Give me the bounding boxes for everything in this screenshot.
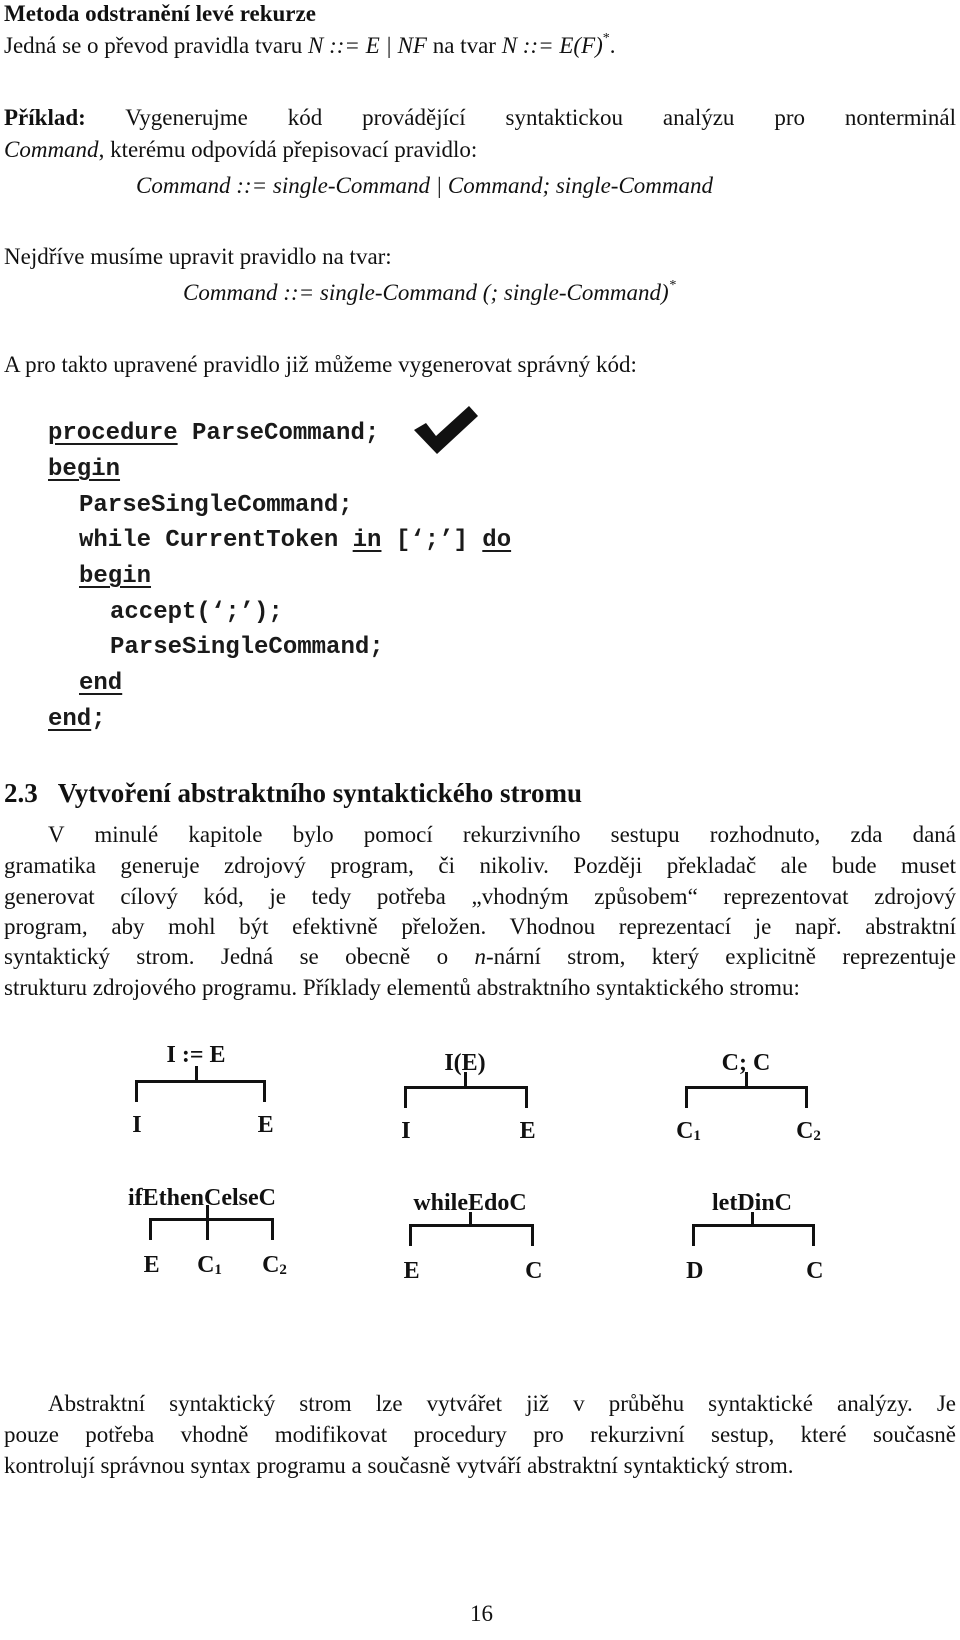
rule-to: N ::= E(F) <box>501 33 603 58</box>
ast-child-label: C1 <box>676 1118 701 1144</box>
code-text: ParseSingleCommand; <box>79 492 353 519</box>
nonterminal-name: Command <box>4 137 99 162</box>
text-italic: n <box>474 944 486 969</box>
code-text: ; <box>91 706 106 733</box>
tree-bar <box>403 1086 528 1089</box>
paragraph-line: strukturu zdrojového programu. Příklady … <box>4 975 800 1000</box>
tree-branch <box>270 1218 274 1240</box>
tree-branch <box>804 1086 808 1108</box>
kleene-star: * <box>668 278 676 293</box>
keyword: end <box>79 670 123 697</box>
tree-bar <box>408 1224 534 1227</box>
keyword: do <box>482 527 512 554</box>
grammar-rule: Command ::= single-Command | Command; si… <box>136 173 714 198</box>
tree-branch <box>148 1218 152 1240</box>
ast-root-label: ifEthenCelseC <box>128 1185 276 1211</box>
tree-bar <box>684 1086 808 1089</box>
tree-branch <box>684 1086 688 1108</box>
intro-prefix: Jedná se o převod pravidla tvaru <box>4 33 309 58</box>
code-line: ParseSingleCommand; <box>79 492 353 520</box>
code-line: ParseSingleCommand; <box>110 634 384 662</box>
example-label: Příklad: <box>4 105 86 130</box>
text: syntaktický strom. Jedná se obecně o <box>4 944 475 969</box>
rule-from: N ::= E | NF <box>308 33 427 58</box>
check-icon <box>414 406 478 454</box>
ast-child-label: I <box>132 1112 142 1138</box>
tree-branch <box>811 1224 815 1246</box>
code-line: end; <box>48 706 106 734</box>
paragraph-line: Abstraktní syntaktický strom lze vytváře… <box>48 1391 956 1416</box>
code-text: accept(‘;’); <box>110 599 283 626</box>
code-line: begin <box>48 456 120 484</box>
ast-child-label: C2 <box>796 1118 821 1144</box>
tree-bar <box>148 1218 274 1221</box>
intro-text: Jedná se o převod pravidla tvaru N ::= E… <box>4 32 616 60</box>
ast-child-label: E <box>403 1258 420 1284</box>
page-number: 16 <box>470 1601 493 1626</box>
ast-child-label: I <box>401 1118 411 1144</box>
code-intro: A pro takto upravené pravidlo již můžeme… <box>4 352 637 377</box>
tree-branch <box>205 1218 209 1240</box>
tree-branch <box>691 1224 695 1246</box>
keyword: in <box>352 527 382 554</box>
example-text: Vygenerujme kód provádějící syntaktickou… <box>85 105 956 130</box>
kleene-star: * <box>602 31 610 46</box>
ast-child-label: C2 <box>262 1252 287 1278</box>
tree-branch <box>524 1086 528 1108</box>
text: -nární strom, který explicitně reprezent… <box>485 944 956 969</box>
keyword: procedure <box>48 420 178 447</box>
ast-child-label: C <box>806 1258 824 1284</box>
code-text: [‘;’] <box>381 527 483 554</box>
heading-title: Vytvoření abstraktního syntaktického str… <box>57 778 583 808</box>
paragraph-line: pouze potřeba vhodně modifikovat procedu… <box>4 1422 956 1447</box>
code-text: while CurrentToken <box>79 527 353 554</box>
tree-branch <box>403 1086 407 1108</box>
example-text-2: , kterému odpovídá přepisovací pravidlo: <box>98 137 478 162</box>
tree-branch <box>408 1224 412 1246</box>
intro-end: . <box>609 33 616 58</box>
paragraph-line: kontrolují správnou syntax programu a so… <box>4 1453 794 1478</box>
ast-child-label: C <box>525 1258 543 1284</box>
tree-branch <box>134 1080 138 1102</box>
tree-branch <box>530 1224 534 1246</box>
transformed-rule: Command ::= single-Command (; single-Com… <box>183 279 676 307</box>
section-heading: 2.3 Vytvoření abstraktního syntaktického … <box>4 777 582 809</box>
ast-child-label: E <box>519 1118 536 1144</box>
tree-bar <box>134 1080 266 1083</box>
transformed-rule-text: Command ::= single-Command (; single-Com… <box>183 280 669 305</box>
ast-child-label: C1 <box>197 1252 222 1278</box>
code-line: begin <box>79 563 151 591</box>
paragraph-line: gramatika generuje zdrojový program, či … <box>4 853 956 878</box>
code-line: procedure ParseCommand; <box>48 420 379 448</box>
heading-number: 2.3 <box>4 778 38 808</box>
section-title: Metoda odstranění levé rekurze <box>4 1 316 26</box>
paragraph-line: syntaktický strom. Jedná se obecně o n-n… <box>4 943 956 971</box>
ast-child-label: D <box>686 1258 704 1284</box>
ast-child-label: E <box>257 1112 274 1138</box>
paragraph-line: generovat cílový kód, je tedy potřeba „v… <box>4 884 956 909</box>
code-text: ParseCommand; <box>177 420 380 447</box>
keyword: begin <box>48 456 121 483</box>
tree-bar <box>691 1224 815 1227</box>
keyword: begin <box>79 563 152 590</box>
keyword: end <box>48 706 92 733</box>
code-line: while CurrentToken in [‘;’] do <box>79 527 511 555</box>
example-line-1: Příklad: Vygenerujme kód provádějící syn… <box>4 104 956 132</box>
transform-intro: Nejdříve musíme upravit pravidlo na tvar… <box>4 244 392 269</box>
ast-root-label: I := E <box>166 1042 226 1068</box>
ast-child-label: E <box>143 1252 160 1278</box>
code-line: accept(‘;’); <box>110 599 283 627</box>
intro-middle: na tvar <box>426 33 502 58</box>
paragraph-line: program, aby mohl být efektivně přeložen… <box>4 914 956 939</box>
example-line-2: Command, kterému odpovídá přepisovací pr… <box>4 136 477 164</box>
paragraph-line: V minulé kapitole bylo pomocí rekurzivní… <box>48 822 956 847</box>
code-text: ParseSingleCommand; <box>110 634 384 661</box>
tree-branch <box>262 1080 266 1102</box>
code-line: end <box>79 670 122 698</box>
